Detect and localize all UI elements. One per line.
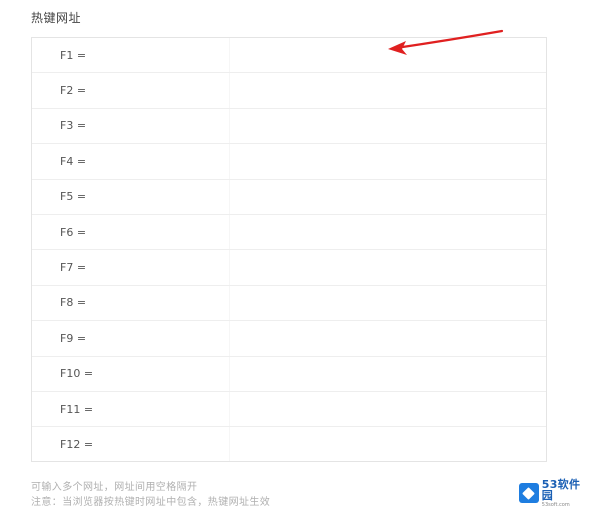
site-watermark: 53软件园 53soft.com: [519, 477, 591, 508]
hotkey-label: F9 =: [60, 331, 87, 345]
hotkey-row-f11[interactable]: F11 =: [32, 392, 546, 428]
hotkey-row-f6[interactable]: F6 =: [32, 215, 546, 251]
arrow-shaft: [394, 29, 504, 50]
red-arrow-annotation: [388, 29, 504, 55]
hotkey-label: F5 =: [60, 190, 87, 204]
hotkey-row-f10[interactable]: F10 =: [32, 357, 546, 392]
hotkey-row-f12[interactable]: F12 =: [32, 427, 546, 462]
arrow-head: [388, 41, 407, 55]
watermark-name: 53软件园: [541, 477, 581, 502]
section-title: 热键网址: [31, 11, 82, 25]
hotkey-label: F10 =: [60, 367, 94, 381]
hotkey-row-f4[interactable]: F4 =: [32, 144, 546, 180]
hint-multiple-urls: 可输入多个网址，网址间用空格隔开: [31, 482, 198, 493]
hotkey-label: F8 =: [60, 296, 87, 310]
hotkey-url-list: F1 = F2 = F3 = F4 = F5 = F6 = F7 = F8 = …: [31, 37, 547, 462]
hotkey-row-f2[interactable]: F2 =: [32, 73, 546, 109]
hotkey-row-f8[interactable]: F8 =: [32, 286, 546, 322]
watermark-logo-icon: [519, 483, 539, 503]
hotkey-label: F6 =: [60, 225, 87, 239]
hotkey-label: F7 =: [60, 261, 87, 275]
hotkey-row-f3[interactable]: F3 =: [32, 109, 546, 145]
hotkey-label: F2 =: [60, 84, 87, 98]
hotkey-row-f9[interactable]: F9 =: [32, 321, 546, 357]
hotkey-label: F4 =: [60, 154, 87, 168]
hotkey-row-f7[interactable]: F7 =: [32, 250, 546, 286]
hotkey-label: F3 =: [60, 119, 87, 133]
watermark-url: 53soft.com: [541, 501, 570, 508]
hotkey-label: F1 =: [60, 48, 87, 62]
hint-note: 注意：当浏览器按热键时网址中包含，热键网址生效: [31, 497, 271, 508]
hotkey-label: F11 =: [60, 402, 94, 416]
hotkey-row-f5[interactable]: F5 =: [32, 180, 546, 215]
hotkey-label: F12 =: [60, 438, 94, 452]
